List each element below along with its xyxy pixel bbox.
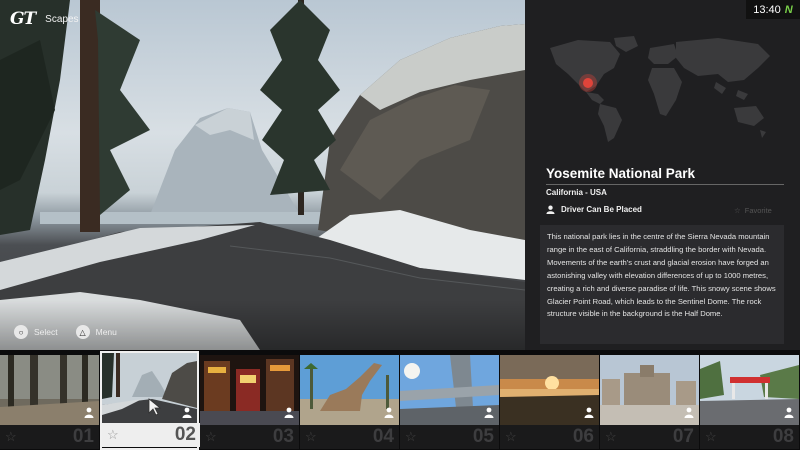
thumbnail-04[interactable]: ☆ 04: [300, 353, 399, 449]
person-icon: [284, 407, 294, 418]
thumbnail-label: ☆ 07: [600, 425, 699, 449]
thumbnail-number: 07: [672, 426, 694, 447]
thumbnail-number: 03: [272, 426, 294, 447]
button-hints: ○ Select △ Menu: [14, 325, 117, 339]
favorite-label: Favorite: [744, 206, 772, 215]
gt-logo: GT: [10, 9, 36, 29]
thumbnail-label: ☆ 05: [400, 425, 499, 449]
person-icon: [584, 407, 594, 418]
thumbnail-07[interactable]: ☆ 07: [600, 353, 699, 449]
network-status-icon: N: [784, 3, 793, 16]
thumbnail-label: ☆ 03: [200, 425, 299, 449]
thumbnail-label: ☆ 04: [300, 425, 399, 449]
star-icon: ☆: [405, 429, 417, 444]
location-description: This national park lies in the centre of…: [540, 225, 784, 344]
favorite-toggle[interactable]: ☆ Favorite: [734, 206, 772, 215]
world-map: [550, 36, 770, 142]
star-icon: ☆: [605, 429, 617, 444]
person-icon: [84, 407, 94, 418]
star-icon: ☆: [705, 429, 717, 444]
pointer-cursor-icon: [148, 398, 162, 416]
star-icon: ☆: [505, 429, 517, 444]
clock: 13:40 N: [746, 0, 800, 19]
divider: [546, 184, 784, 185]
app-header: GT Scapes: [10, 9, 79, 29]
thumbnail-label: ☆ 08: [700, 425, 799, 449]
star-icon: ☆: [107, 427, 119, 442]
person-icon: [484, 407, 494, 418]
person-icon: [684, 407, 694, 418]
thumbnail-label: ☆ 01: [0, 425, 99, 449]
hint-select[interactable]: ○ Select: [14, 325, 58, 339]
star-icon: ☆: [734, 206, 741, 215]
thumbnail-number: 01: [72, 426, 94, 447]
hint-menu-label: Menu: [95, 327, 117, 337]
thumbnail-number: 04: [372, 426, 394, 447]
location-marker: [583, 78, 593, 88]
scape-photo: [0, 0, 525, 350]
triangle-button-icon: △: [75, 325, 90, 339]
person-icon: [384, 407, 394, 418]
thumbnail-03[interactable]: ☆ 03: [200, 353, 299, 449]
person-icon: [182, 407, 192, 418]
thumbnail-label: ☆ 06: [500, 425, 599, 449]
person-icon: [784, 407, 794, 418]
scape-preview[interactable]: GT Scapes ○ Select △ Menu: [0, 0, 525, 350]
thumbnail-number: 06: [572, 426, 594, 447]
location-name: Yosemite National Park: [546, 166, 696, 181]
thumbnail-06[interactable]: ☆ 06: [500, 353, 599, 449]
hint-select-label: Select: [34, 327, 58, 337]
clock-time: 13:40: [753, 3, 781, 16]
star-icon: ☆: [5, 429, 17, 444]
driver-placement-info: Driver Can Be Placed: [546, 205, 642, 214]
thumbnail-08[interactable]: ☆ 08: [700, 353, 799, 449]
circle-button-icon: ○: [14, 325, 28, 339]
thumbnail-number: 05: [472, 426, 494, 447]
person-icon: [546, 205, 555, 214]
star-icon: ☆: [205, 429, 217, 444]
scape-thumbnail-strip: ☆ 01 ☆ 02 ☆ 03 ☆ 04 ☆ 05 ☆ 06 ☆ 07 ☆ 08: [0, 350, 800, 450]
page-title: Scapes: [45, 13, 79, 25]
thumbnail-05[interactable]: ☆ 05: [400, 353, 499, 449]
thumbnail-01[interactable]: ☆ 01: [0, 353, 99, 449]
thumbnail-number: 08: [772, 426, 794, 447]
driver-placement-label: Driver Can Be Placed: [561, 205, 642, 214]
star-icon: ☆: [305, 429, 317, 444]
location-region: California - USA: [546, 188, 607, 197]
thumbnail-label: ☆ 02: [102, 423, 201, 447]
thumbnail-number: 02: [174, 424, 196, 445]
hint-menu[interactable]: △ Menu: [75, 325, 117, 339]
